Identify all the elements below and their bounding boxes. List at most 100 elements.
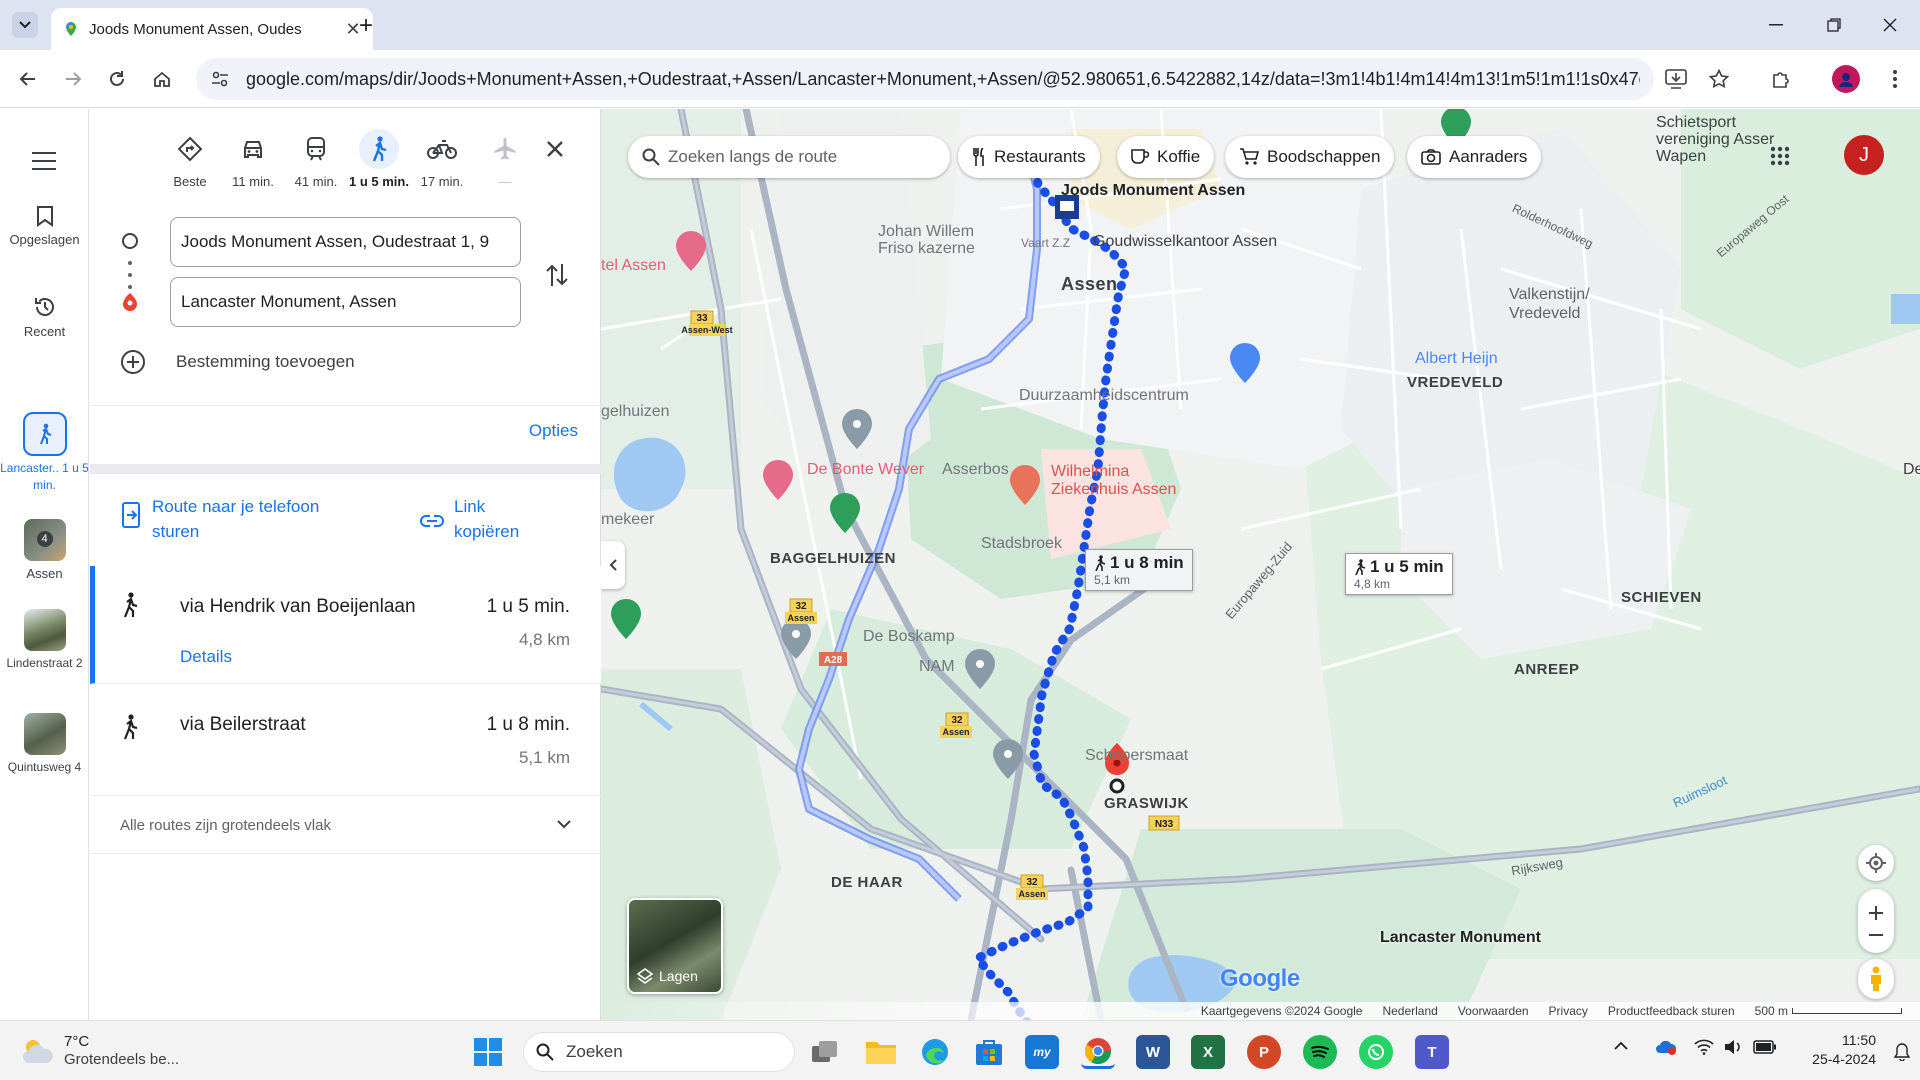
rail-recent-item[interactable]: Quintusweg 4 [0, 713, 89, 775]
close-directions-button[interactable] [539, 133, 571, 165]
mode-flight[interactable]: — [475, 129, 535, 190]
mode-bike[interactable]: 17 min. [412, 129, 472, 190]
clock[interactable]: 11:50 25-4-2024 [1808, 1031, 1876, 1069]
word-button[interactable]: W [1136, 1035, 1170, 1069]
new-tab-button[interactable]: + [352, 12, 380, 40]
address-bar[interactable]: google.com/maps/dir/Joods+Monument+Assen… [196, 58, 1654, 100]
coffee-icon [1131, 149, 1149, 164]
map-label: Wilhelmina Ziekenhuis Assen [1051, 463, 1177, 498]
rail-recent-item[interactable]: 4 Assen [0, 519, 89, 582]
profile-button[interactable] [1832, 65, 1860, 93]
main-menu-button[interactable] [26, 143, 62, 179]
route-option[interactable]: via Beilerstraat 1 u 8 min. 5,1 km [90, 684, 601, 796]
account-avatar[interactable]: J [1844, 135, 1884, 175]
rail-saved[interactable]: Opgeslagen [0, 205, 89, 248]
car-icon [244, 141, 262, 158]
route-details-link[interactable]: Details [180, 647, 232, 667]
browser-tab[interactable]: Joods Monument Assen, Oudes ✕ [51, 8, 373, 50]
mylio-button[interactable]: my [1025, 1035, 1059, 1069]
extensions-button[interactable] [1766, 64, 1796, 94]
whatsapp-button[interactable] [1359, 1035, 1393, 1069]
taskbar-search[interactable]: Zoeken [523, 1032, 795, 1072]
mode-transit[interactable]: 41 min. [286, 129, 346, 190]
back-button[interactable] [12, 63, 44, 95]
collapse-panel-button[interactable] [601, 541, 625, 589]
search-icon [536, 1043, 554, 1061]
site-info-icon[interactable] [210, 69, 230, 89]
spotify-button[interactable] [1303, 1035, 1337, 1069]
zoom-in-icon[interactable] [1869, 906, 1883, 920]
route-callout-alt[interactable]: 1 u 8 min 5,1 km [1085, 549, 1193, 591]
forward-button[interactable] [57, 63, 89, 95]
tab-search-button[interactable] [12, 12, 38, 38]
mode-walk[interactable]: 1 u 5 min. [349, 129, 409, 190]
chrome-button[interactable] [1081, 1035, 1115, 1069]
bookmark-star-button[interactable] [1704, 64, 1734, 94]
origin-input[interactable]: Joods Monument Assen, Oudestraat 1, 9 [170, 217, 521, 267]
reload-button[interactable] [101, 63, 133, 95]
teams-button[interactable]: T [1415, 1035, 1449, 1069]
battery-status[interactable] [1753, 1040, 1777, 1054]
region-link[interactable]: Nederland [1382, 1004, 1437, 1018]
taskbar-search-label: Zoeken [566, 1042, 623, 1061]
mode-best[interactable]: Beste [160, 129, 220, 190]
notifications-button[interactable] [1894, 1043, 1910, 1061]
flight-icon [494, 138, 516, 160]
chip-groceries[interactable]: Boodschappen [1225, 136, 1395, 178]
excel-button[interactable]: X [1191, 1035, 1225, 1069]
privacy-link[interactable]: Privacy [1549, 1004, 1588, 1018]
swap-waypoints-button[interactable] [542, 255, 572, 295]
my-location-button[interactable] [1858, 845, 1894, 881]
store-button[interactable] [972, 1035, 1006, 1069]
route-callout-selected[interactable]: 1 u 5 min 4,8 km [1345, 553, 1453, 595]
restore-button[interactable] [1820, 14, 1848, 36]
route-via: via Beilerstraat [180, 714, 306, 735]
rail-active-route[interactable]: Lancaster.. 1 u 5 min. [0, 412, 89, 494]
scale-bar[interactable]: 500 m [1755, 1004, 1902, 1018]
layers-button[interactable]: Lagen [627, 898, 723, 994]
chip-recommended[interactable]: Aanraders [1407, 136, 1542, 178]
weather-widget[interactable]: 7°C Grotendeels be... [20, 1033, 179, 1069]
street-view-pegman[interactable] [1858, 959, 1894, 999]
search-along-route-placeholder: Zoeken langs de route [668, 147, 838, 166]
terms-link[interactable]: Voorwaarden [1458, 1004, 1529, 1018]
rail-recent-label: Recent [23, 324, 66, 339]
feedback-link[interactable]: Productfeedback sturen [1608, 1004, 1735, 1018]
send-to-phone-icon [122, 502, 140, 528]
minimize-button[interactable] [1762, 14, 1790, 36]
map-canvas[interactable]: 33 Assen-West 32 Assen A28 32 Assen N33 … [601, 109, 1920, 1020]
search-along-route[interactable]: Zoeken langs de route [628, 136, 950, 178]
options-button[interactable]: Opties [529, 421, 578, 441]
elevation-summary-row[interactable]: Alle routes zijn grotendeels vlak [90, 796, 601, 854]
add-destination-row[interactable]: Bestemming toevoegen [120, 349, 355, 375]
destination-input[interactable]: Lancaster Monument, Assen [170, 277, 521, 327]
attribution-text: Kaartgegevens ©2024 Google [1200, 1004, 1363, 1018]
rail-recent[interactable]: Recent [0, 295, 89, 340]
chip-restaurants[interactable]: Restaurants [958, 136, 1100, 178]
home-button[interactable] [146, 63, 178, 95]
zoom-out-icon[interactable] [1869, 934, 1883, 936]
volume-status[interactable] [1724, 1039, 1742, 1055]
route-option-selected[interactable]: via Hendrik van Boeijenlaan 1 u 5 min. 4… [90, 566, 601, 684]
rail-recent-item[interactable]: Lindenstraat 2 [0, 609, 89, 671]
send-to-phone-label: Route naar je telefoon sturen [152, 497, 320, 541]
task-view-button[interactable] [808, 1035, 842, 1069]
speaker-icon [1725, 1040, 1740, 1054]
copy-link-button[interactable]: Link kopiëren [420, 494, 544, 544]
google-apps-button[interactable] [1760, 136, 1800, 176]
browser-menu-button[interactable] [1880, 64, 1910, 94]
start-button[interactable] [471, 1035, 505, 1069]
mode-car[interactable]: 11 min. [223, 129, 283, 190]
show-hidden-icons-button[interactable] [1614, 1041, 1628, 1050]
wifi-status[interactable] [1694, 1039, 1714, 1055]
chip-coffee[interactable]: Koffie [1117, 136, 1215, 178]
file-explorer-button[interactable] [864, 1035, 898, 1069]
onedrive-status[interactable] [1655, 1039, 1677, 1055]
install-app-button[interactable] [1661, 64, 1691, 94]
send-to-phone-button[interactable]: Route naar je telefoon sturen [120, 494, 352, 544]
recent-thumbnail [23, 713, 66, 755]
edge-button[interactable] [918, 1035, 952, 1069]
clock-date: 25-4-2024 [1812, 1051, 1876, 1067]
powerpoint-button[interactable]: P [1247, 1035, 1281, 1069]
close-window-button[interactable] [1876, 14, 1904, 36]
